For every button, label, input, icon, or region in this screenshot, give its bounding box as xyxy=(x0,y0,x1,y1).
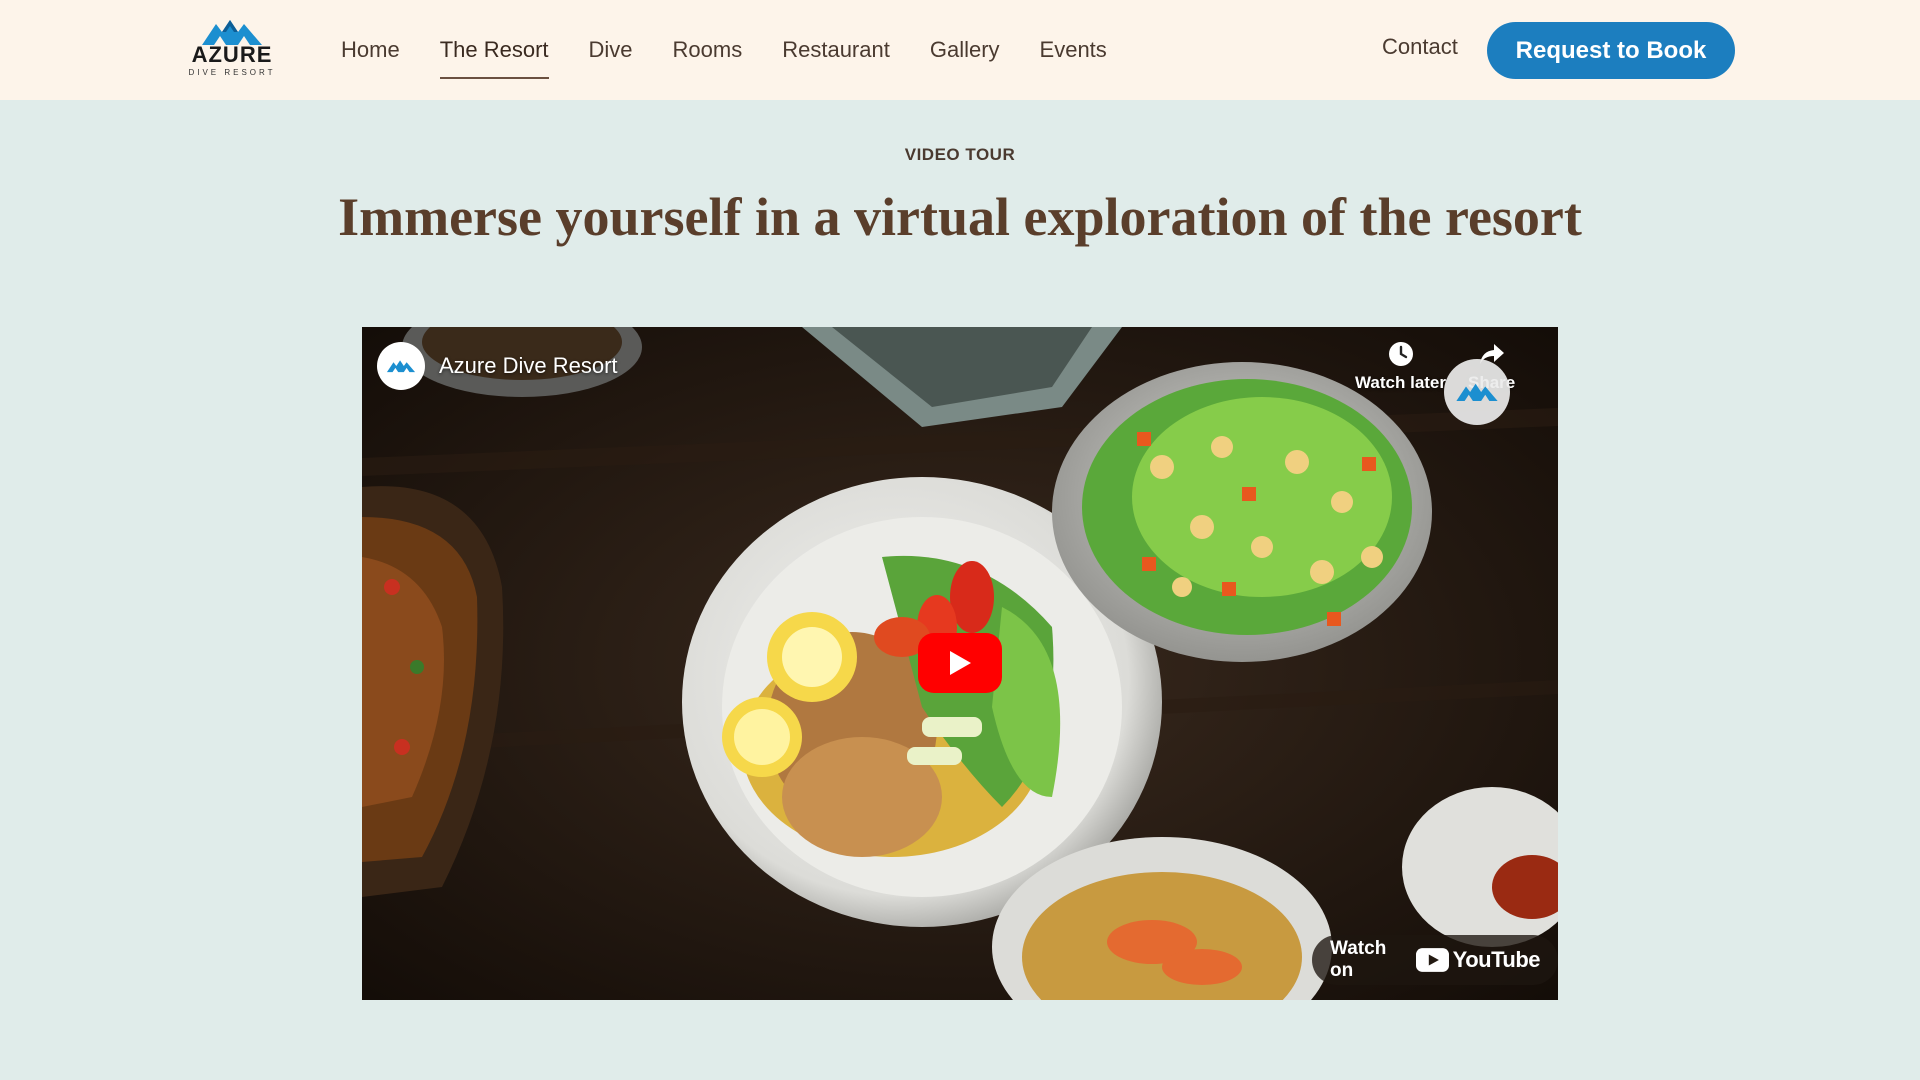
mountain-logo-icon xyxy=(1456,383,1498,401)
play-icon xyxy=(950,651,971,675)
nav-item-rooms[interactable]: Rooms xyxy=(673,27,743,73)
brand-tagline: DIVE RESORT xyxy=(188,68,276,77)
watch-later-label: Watch later xyxy=(1355,373,1447,392)
site-header: AZURE DIVE RESORT Home The Resort Dive R… xyxy=(0,0,1920,100)
nav-item-events[interactable]: Events xyxy=(1040,27,1107,73)
nav-item-home[interactable]: Home xyxy=(341,27,400,73)
clock-icon xyxy=(1388,342,1413,366)
channel-avatar[interactable] xyxy=(377,342,425,390)
nav-item-the-resort[interactable]: The Resort xyxy=(439,27,549,79)
nav-item-restaurant[interactable]: Restaurant xyxy=(782,27,890,73)
brand-name: AZURE xyxy=(191,42,273,67)
contact-link[interactable]: Contact xyxy=(1382,34,1458,60)
channel-name[interactable]: Azure Dive Resort xyxy=(439,353,618,379)
section-eyebrow: VIDEO TOUR xyxy=(904,145,1016,164)
nav-item-dive[interactable]: Dive xyxy=(589,27,633,73)
request-to-book-button[interactable]: Request to Book xyxy=(1487,22,1735,79)
watch-later-button[interactable]: Watch later xyxy=(1355,341,1446,393)
mountain-logo-icon xyxy=(386,360,416,373)
section-title: Immerse yourself in a virtual exploratio… xyxy=(338,187,1582,247)
video-player[interactable]: Azure Dive Resort Watch later Share Watc… xyxy=(362,327,1558,1000)
main-nav: Home The Resort Dive Rooms Restaurant Ga… xyxy=(341,0,1147,100)
channel-info[interactable]: Azure Dive Resort xyxy=(377,342,618,390)
channel-watermark[interactable] xyxy=(1444,359,1510,425)
youtube-wordmark: YouTube xyxy=(1452,947,1541,972)
nav-item-gallery[interactable]: Gallery xyxy=(930,27,1000,73)
play-button[interactable] xyxy=(918,633,1002,693)
youtube-logo-icon xyxy=(1415,948,1449,972)
watch-on-label: Watch on xyxy=(1330,938,1387,981)
brand-logo[interactable]: AZURE DIVE RESORT xyxy=(182,18,282,82)
watch-on-youtube-button[interactable]: Watch on YouTube xyxy=(1312,935,1558,985)
